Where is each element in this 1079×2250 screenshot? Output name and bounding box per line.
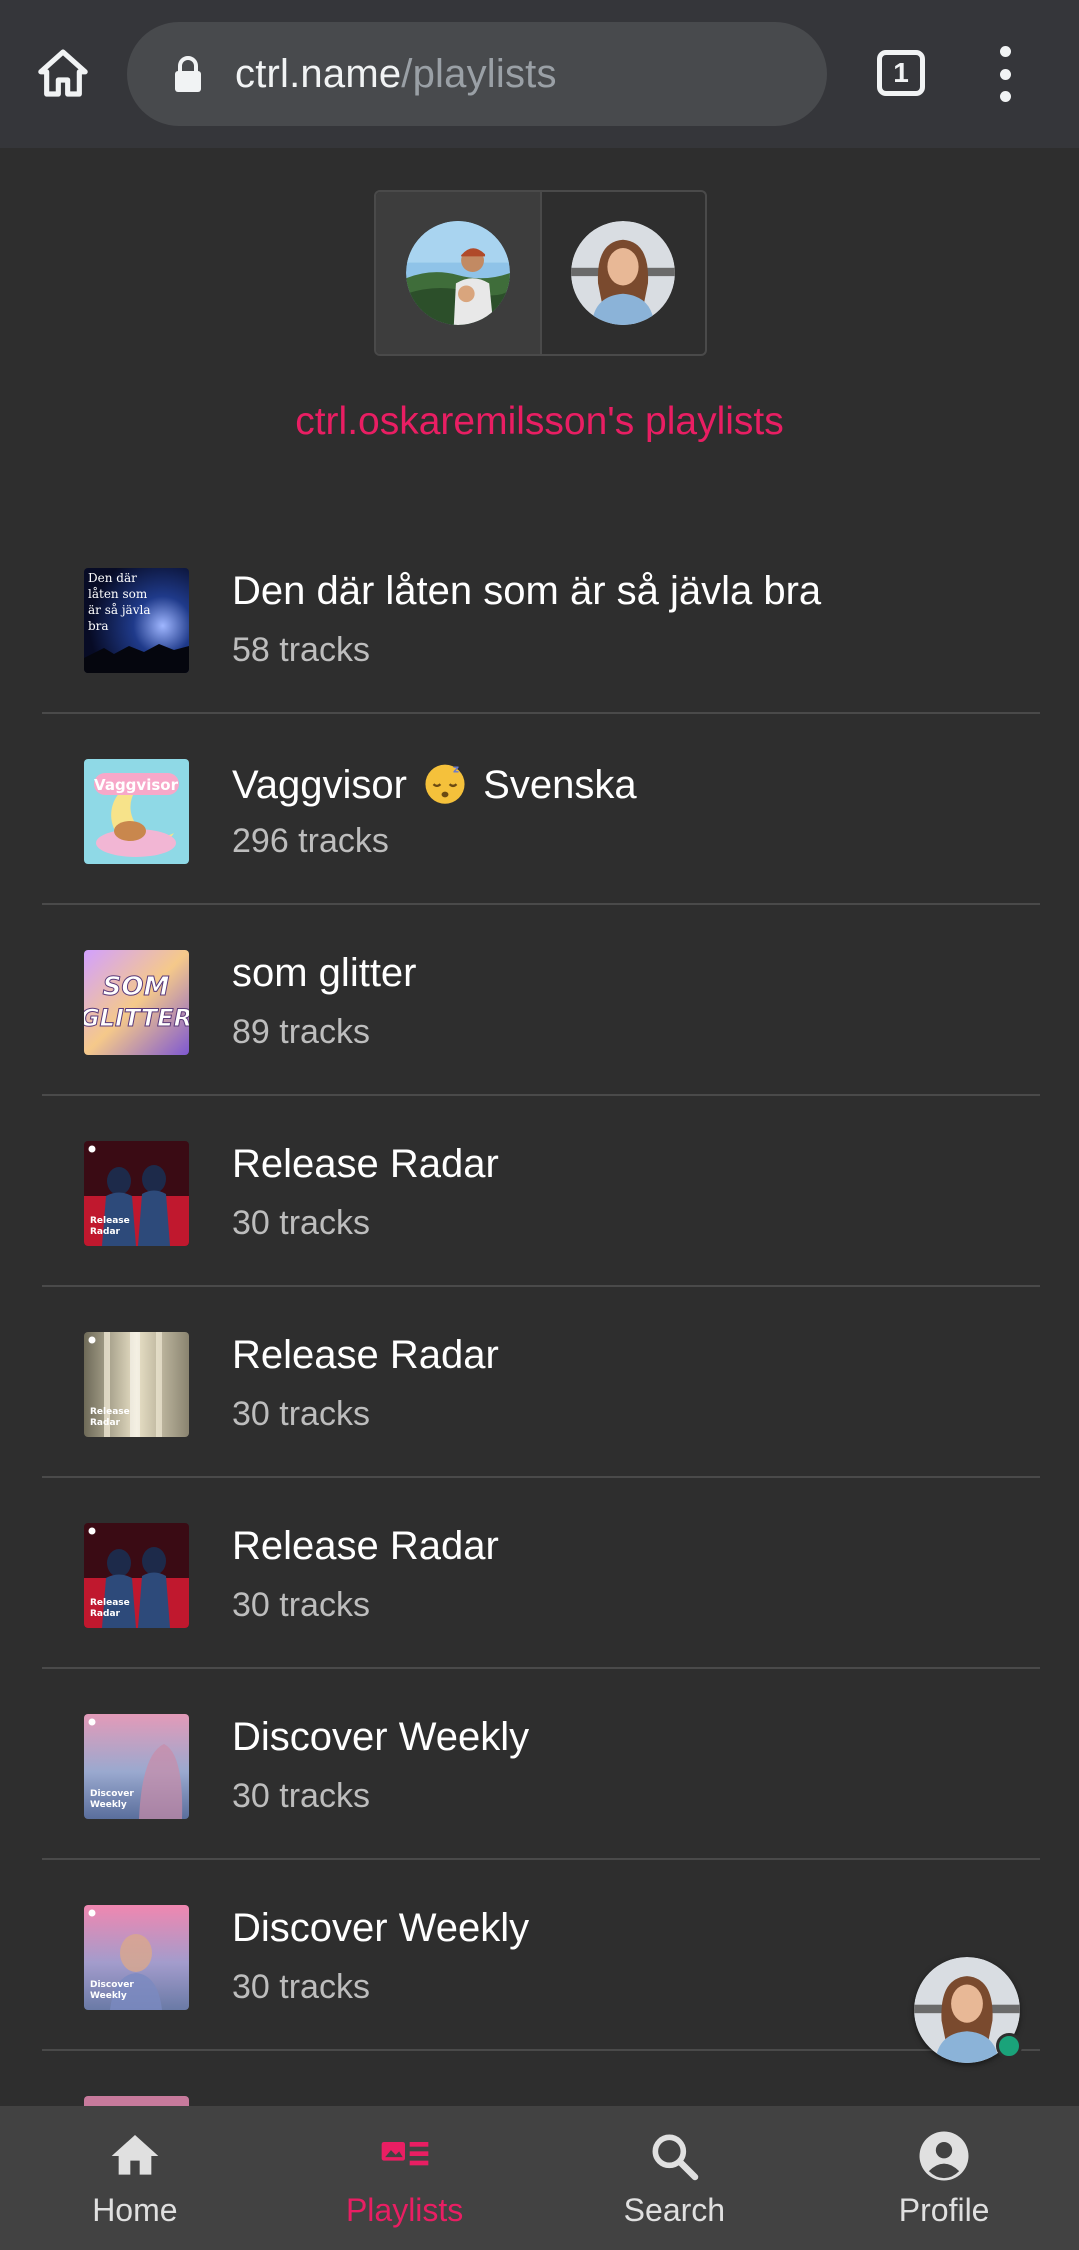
tab-count: 1: [893, 57, 909, 88]
address-bar[interactable]: ctrl.name/playlists: [127, 22, 827, 126]
playlist-title: Release Radar: [232, 1142, 499, 1186]
nav-label: Playlists: [345, 2192, 464, 2228]
playlist-title: Discover Weekly: [232, 1906, 530, 1950]
cover-text: Radar: [90, 1609, 121, 1619]
account-switcher: [374, 190, 707, 356]
url-host: ctrl.name: [235, 51, 402, 96]
url-text: ctrl.name/playlists: [235, 52, 557, 97]
browser-menu-button[interactable]: [990, 46, 1020, 102]
cover-text: Radar: [90, 1418, 121, 1428]
playlist-item[interactable]: Discover Weekly Discover Weekly 30 track…: [42, 1669, 1040, 1860]
account-tab-inactive[interactable]: [542, 192, 706, 354]
playlist-item[interactable]: Release Radar Release Radar 30 tracks: [42, 1478, 1040, 1669]
playlist-title: Vaggvisor z Svenska: [232, 760, 637, 808]
playlist-track-count: 30 tracks: [232, 1395, 370, 1433]
cover-text: Weekly: [90, 1991, 127, 2001]
browser-home-button[interactable]: [30, 40, 96, 106]
sleeping-face-emoji-icon: z: [425, 764, 465, 804]
cover-text: Release: [90, 1598, 130, 1608]
playlist-track-count: 58 tracks: [232, 631, 370, 669]
playlist-track-count: 30 tracks: [232, 1204, 370, 1242]
tab-switcher-button[interactable]: 1: [877, 50, 925, 96]
playlist-item[interactable]: SOM GLITTER som glitter 89 tracks: [42, 905, 1040, 1096]
search-icon: [652, 2134, 699, 2181]
avatar-second-user: [571, 221, 676, 325]
cover-text: är så jävla: [88, 602, 150, 617]
home-icon: [111, 2135, 159, 2175]
playlist-title: som glitter: [232, 951, 417, 995]
playlist-cover: Release Radar: [84, 1141, 189, 1246]
nav-home[interactable]: Home: [0, 2106, 270, 2250]
now-listening-avatar[interactable]: [914, 1957, 1022, 2063]
playlist-cover: Discover Weekly: [84, 1905, 189, 2010]
online-status-dot: [996, 2033, 1022, 2059]
nav-playlists[interactable]: Playlists: [270, 2106, 540, 2250]
cover-text: Release: [90, 1407, 130, 1417]
svg-text:z: z: [453, 764, 459, 776]
nav-label: Profile: [898, 2192, 990, 2228]
playlist-item[interactable]: Den där låten som är så jävla bra Den dä…: [42, 523, 1040, 714]
cover-text: SOM: [103, 972, 170, 1002]
playlist-item[interactable]: Release Radar Release Radar 30 tracks: [42, 1287, 1040, 1478]
cover-text: Vaggvisor: [94, 776, 179, 794]
lock-icon: [173, 55, 205, 93]
playlist-item[interactable]: Release Radar Release Radar 30 tracks: [42, 1096, 1040, 1287]
nav-profile[interactable]: Profile: [809, 2106, 1079, 2250]
playlist-cover: Discover Weekly: [84, 1714, 189, 1819]
more-vert-icon: [999, 46, 1011, 57]
playlists-icon: [381, 2142, 428, 2166]
page-title: ctrl.oskaremilsson's playlists: [295, 400, 784, 443]
playlist-cover: Release Radar: [84, 1523, 189, 1628]
playlist-title: Release Radar: [232, 1333, 499, 1377]
playlist-track-count: 296 tracks: [232, 822, 389, 860]
profile-icon: [919, 2131, 969, 2181]
bottom-navigation: Home Playlists Search Profile: [0, 2106, 1079, 2250]
cover-text: Release: [90, 1216, 130, 1226]
home-icon: [38, 49, 88, 97]
playlist-item[interactable]: Vaggvisor Vaggvisor z Svenska 296 tracks: [42, 714, 1040, 905]
more-vert-dot: [999, 91, 1011, 102]
playlist-title-part: Svenska: [483, 763, 637, 807]
playlist-cover: Den där låten som är så jävla bra: [84, 568, 189, 673]
url-path: /playlists: [401, 51, 557, 96]
cover-text: GLITTER: [84, 1004, 189, 1032]
playlist-item[interactable]: Discover Weekly Discover Weekly 30 track…: [42, 1860, 1040, 2051]
cover-text: Den där: [88, 571, 137, 585]
playlist-title: Discover Weekly: [232, 1715, 530, 1759]
playlist-track-count: 30 tracks: [232, 1968, 370, 2006]
playlist-cover: Release Radar: [84, 1332, 189, 1437]
nav-label: Search: [623, 2192, 726, 2228]
playlist-title-part: Vaggvisor: [232, 763, 407, 807]
browser-toolbar: ctrl.name/playlists 1: [0, 0, 1079, 148]
playlist-track-count: 30 tracks: [232, 1777, 370, 1815]
cover-text: bra: [88, 619, 109, 633]
playlist-title: Den där låten som är så jävla bra: [232, 569, 822, 613]
playlist-cover: Vaggvisor: [84, 759, 189, 864]
account-tab-active[interactable]: [376, 192, 542, 354]
playlist-cover: SOM GLITTER: [84, 950, 189, 1055]
cover-text: låten som: [88, 586, 148, 601]
avatar-oskar: [405, 221, 510, 325]
nav-label: Home: [92, 2192, 178, 2228]
playlist-title: Release Radar: [232, 1524, 499, 1568]
nav-search[interactable]: Search: [540, 2106, 810, 2250]
cover-text: Radar: [90, 1227, 121, 1237]
playlist-list: Den där låten som är så jävla bra Den dä…: [42, 523, 1040, 2242]
playlist-track-count: 89 tracks: [232, 1013, 370, 1051]
cover-text: Discover: [90, 1980, 134, 1990]
cover-text: Weekly: [90, 1800, 127, 1810]
cover-text: Discover: [90, 1789, 134, 1799]
playlist-track-count: 30 tracks: [232, 1586, 370, 1624]
more-vert-dot: [999, 68, 1011, 80]
